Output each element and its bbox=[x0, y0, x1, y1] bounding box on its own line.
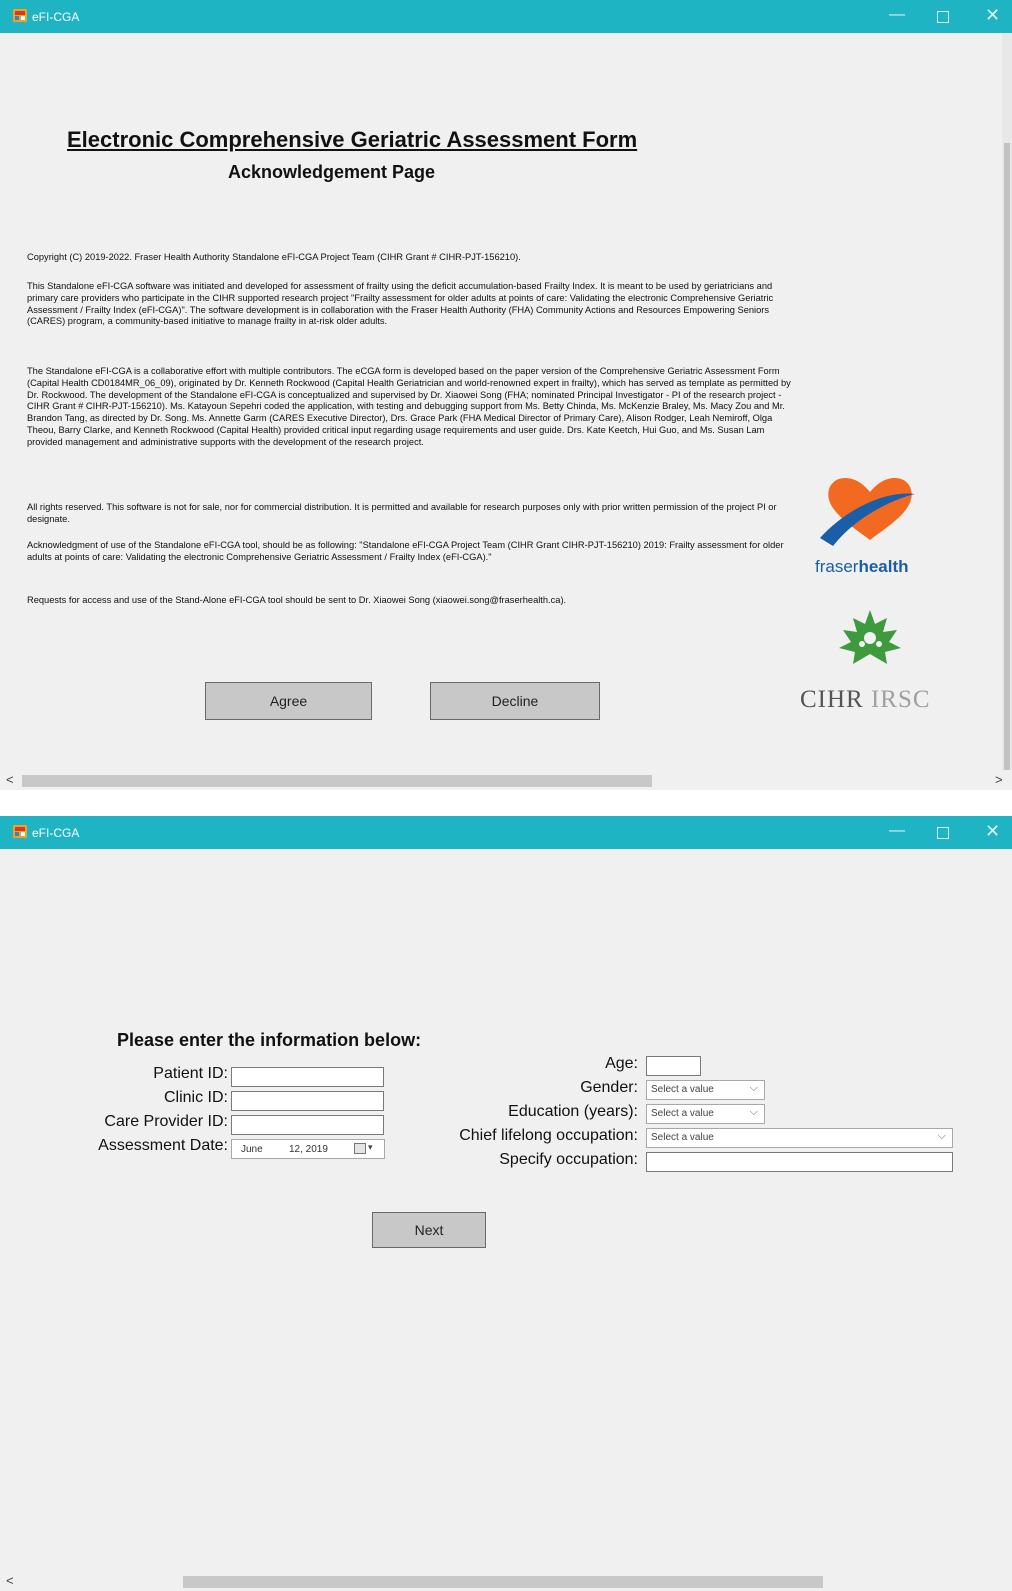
form-heading: Electronic Comprehensive Geriatric Asses… bbox=[67, 127, 638, 152]
vertical-scrollbar[interactable] bbox=[1002, 33, 1012, 773]
maximize-icon[interactable] bbox=[937, 11, 949, 23]
form-title: Please enter the information below: bbox=[117, 1030, 422, 1050]
care-provider-id-label: Care Provider ID: bbox=[104, 1113, 228, 1130]
title-bar[interactable]: eFI-CGA — ✕ bbox=[0, 0, 1012, 33]
minimize-icon[interactable]: — bbox=[889, 6, 905, 24]
agree-button[interactable]: Agree bbox=[205, 682, 372, 720]
education-select[interactable]: Select a value ⌵ bbox=[646, 1104, 765, 1124]
occupation-select-value: Select a value bbox=[651, 1132, 714, 1143]
window-title: eFI-CGA bbox=[32, 826, 80, 840]
next-button[interactable]: Next bbox=[372, 1212, 486, 1248]
chevron-down-icon: ⌵ bbox=[749, 1106, 758, 1118]
clinic-id-label: Clinic ID: bbox=[163, 1089, 228, 1106]
scroll-left-icon[interactable]: < bbox=[6, 1573, 14, 1588]
logo-fraser-text: fraser bbox=[815, 557, 859, 576]
fraserhealth-heart-icon bbox=[820, 478, 915, 546]
page-subheading: Acknowledgement Page bbox=[228, 162, 436, 182]
app-icon bbox=[13, 9, 27, 22]
fraserhealth-logo: fraserhealth bbox=[815, 460, 925, 588]
occupation-label: Chief lifelong occupation: bbox=[459, 1127, 638, 1144]
maximize-icon[interactable] bbox=[937, 827, 949, 839]
date-month[interactable]: June bbox=[241, 1144, 263, 1155]
requests-paragraph: Requests for access and use of the Stand… bbox=[27, 595, 567, 605]
contributors-paragraph: The Standalone eFI-CGA is a collaborativ… bbox=[27, 366, 791, 447]
intro-paragraph: This Standalone eFI-CGA software was ini… bbox=[27, 281, 774, 327]
patient-info-window: eFI-CGA — ✕ Please enter the information… bbox=[0, 816, 1012, 1591]
acknowledgement-window: eFI-CGA — ✕ Electronic Comprehensive Ger… bbox=[0, 0, 1012, 790]
education-label: Education (years): bbox=[508, 1103, 638, 1120]
chevron-down-icon[interactable]: ▾ bbox=[368, 1142, 373, 1153]
horizontal-scroll-thumb[interactable] bbox=[22, 775, 652, 787]
chevron-down-icon: ⌵ bbox=[749, 1082, 758, 1094]
horizontal-scrollbar[interactable]: < bbox=[0, 1571, 1012, 1591]
logo-irsc-text: IRSC bbox=[870, 686, 931, 713]
scroll-right-icon[interactable]: > bbox=[995, 772, 1003, 787]
rights-paragraph: All rights reserved. This software is no… bbox=[27, 502, 777, 524]
patient-id-input[interactable] bbox=[231, 1067, 384, 1087]
date-day-year[interactable]: 12, 2019 bbox=[289, 1144, 328, 1155]
logo-cihr-text: CIHR bbox=[800, 686, 864, 713]
scroll-left-icon[interactable]: < bbox=[6, 772, 14, 787]
age-input[interactable] bbox=[646, 1056, 701, 1076]
maple-leaf-icon bbox=[839, 610, 901, 664]
chevron-down-icon: ⌵ bbox=[937, 1130, 946, 1142]
calendar-icon[interactable] bbox=[354, 1143, 366, 1154]
window-title: eFI-CGA bbox=[32, 10, 80, 24]
decline-button[interactable]: Decline bbox=[430, 682, 600, 720]
assessment-date-picker[interactable]: June 12, 2019 ▾ bbox=[231, 1139, 385, 1159]
specify-occupation-input[interactable] bbox=[646, 1152, 953, 1172]
close-icon[interactable]: ✕ bbox=[985, 6, 1000, 24]
gender-select-value: Select a value bbox=[651, 1084, 714, 1095]
cihr-irsc-logo: CIHR IRSC bbox=[800, 608, 940, 718]
logo-health-text: health bbox=[858, 557, 909, 576]
specify-occupation-label: Specify occupation: bbox=[499, 1151, 638, 1168]
close-icon[interactable]: ✕ bbox=[985, 822, 1000, 840]
occupation-select[interactable]: Select a value ⌵ bbox=[646, 1128, 953, 1148]
horizontal-scroll-thumb[interactable] bbox=[183, 1576, 823, 1588]
horizontal-scrollbar[interactable]: < > bbox=[0, 770, 1012, 790]
assessment-date-label: Assessment Date: bbox=[98, 1137, 228, 1154]
age-label: Age: bbox=[605, 1055, 638, 1072]
patient-id-label: Patient ID: bbox=[153, 1065, 228, 1082]
care-provider-id-input[interactable] bbox=[231, 1115, 384, 1135]
gender-label: Gender: bbox=[580, 1079, 638, 1096]
minimize-icon[interactable]: — bbox=[889, 822, 905, 840]
education-select-value: Select a value bbox=[651, 1108, 714, 1119]
app-icon bbox=[13, 825, 27, 838]
gender-select[interactable]: Select a value ⌵ bbox=[646, 1080, 765, 1100]
clinic-id-input[interactable] bbox=[231, 1091, 384, 1111]
acknowledgment-paragraph: Acknowledgment of use of the Standalone … bbox=[27, 540, 784, 562]
title-bar[interactable]: eFI-CGA — ✕ bbox=[0, 816, 1012, 849]
copyright-text: Copyright (C) 2019-2022. Fraser Health A… bbox=[27, 252, 521, 262]
vertical-scroll-thumb[interactable] bbox=[1004, 143, 1010, 773]
